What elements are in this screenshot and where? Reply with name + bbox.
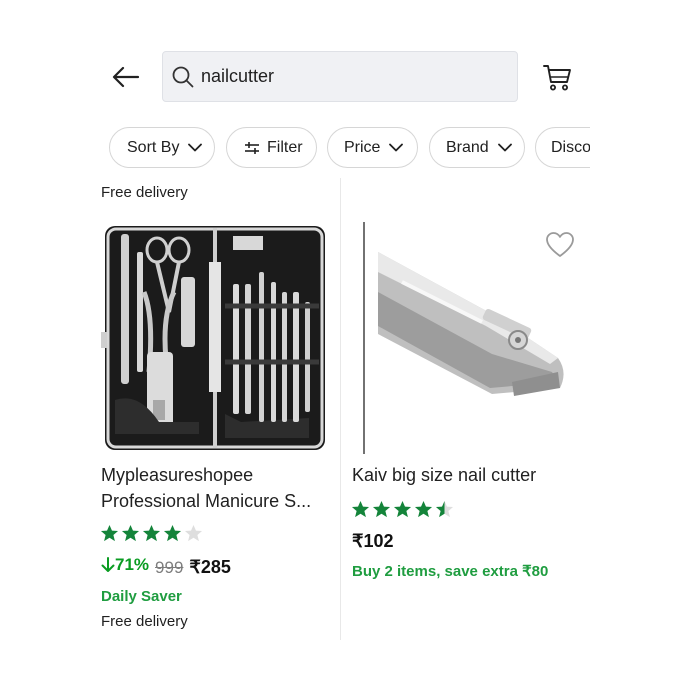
rating-stars [351,500,454,519]
free-delivery-note: Free delivery [101,613,188,630]
discount-badge: 71% [101,555,149,575]
sort-by-chip[interactable]: Sort By [109,127,215,168]
star-icon [351,500,370,518]
discount-percent: 71% [115,555,150,574]
back-arrow-icon [112,66,140,88]
bundle-offer-tag: Buy 2 items, save extra ₹80 [352,563,549,580]
manicure-set-image[interactable] [99,222,331,454]
column-divider [340,178,341,640]
sale-price: ₹285 [189,557,231,577]
product-name-line[interactable]: Professional Manicure S... [101,488,311,514]
filter-chip[interactable]: Filter [226,127,317,168]
star-icon [184,524,203,542]
back-button[interactable] [108,60,144,94]
search-input[interactable]: nailcutter [162,51,518,102]
sort-by-label: Sort By [127,138,180,156]
star-icon [393,500,412,518]
price-filter-label: Price [344,138,381,156]
product-name-line[interactable]: Mypleasureshopee [101,462,253,488]
free-delivery-note: Free delivery [101,184,188,201]
star-icon [100,524,119,542]
filter-label: Filter [267,138,303,156]
star-icon [414,500,433,518]
star-icon [372,500,391,518]
sliders-icon [245,141,259,154]
search-icon [171,65,195,89]
price-row: 71% 999 ₹285 [101,555,231,578]
star-icon [435,500,454,518]
price-chip[interactable]: Price [327,127,418,168]
heart-icon[interactable] [545,231,575,259]
chevron-down-icon [188,143,203,152]
sale-price: ₹102 [352,531,394,551]
chevron-down-icon [389,143,404,152]
discount-chip[interactable]: Disco [535,127,590,168]
cart-button[interactable] [540,60,574,94]
cart-icon [543,65,571,91]
nail-cutter-image[interactable] [362,222,576,454]
discount-filter-label: Disco [551,138,590,156]
star-icon [121,524,140,542]
filter-chip-bar: Sort By Filter Price Brand Disco [109,127,590,169]
star-icon [142,524,161,542]
brand-chip[interactable]: Brand [429,127,525,168]
price-row: ₹102 [352,531,393,552]
down-arrow-icon [101,557,115,572]
search-query-text: nailcutter [201,66,275,86]
rating-stars [100,524,203,543]
original-price: 999 [155,558,184,577]
chevron-down-icon [497,143,512,152]
daily-saver-tag: Daily Saver [101,588,182,605]
brand-filter-label: Brand [446,138,489,156]
product-name-line[interactable]: Kaiv big size nail cutter [352,462,536,488]
star-icon [163,524,182,542]
